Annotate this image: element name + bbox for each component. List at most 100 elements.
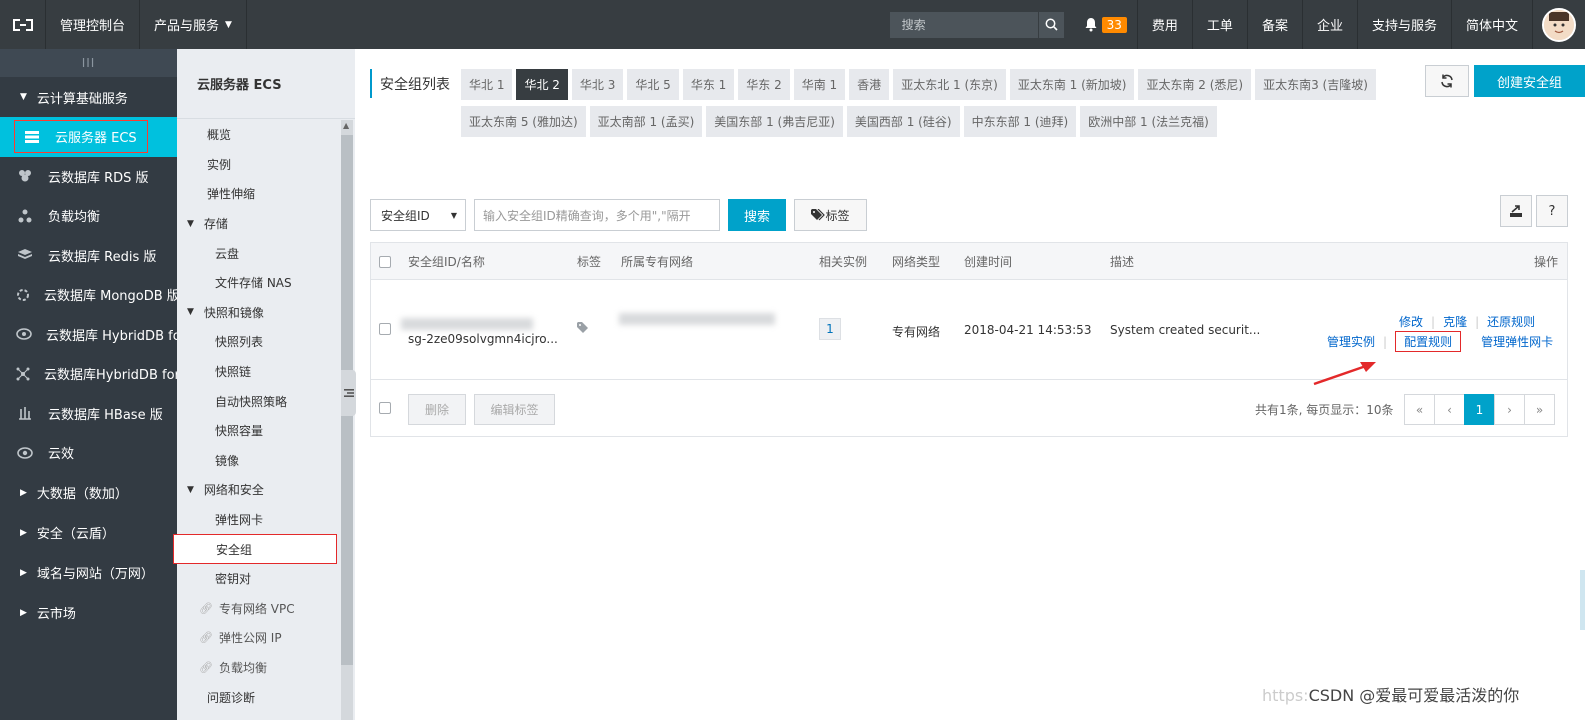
sidebar-item-ecs[interactable]: 云服务器 ECS	[0, 117, 177, 157]
region-tab[interactable]: 华北 3	[571, 69, 624, 100]
region-tab[interactable]: 香港	[849, 69, 890, 100]
enterprise-link[interactable]: 企业	[1303, 0, 1358, 49]
subnav-item-security-group[interactable]: 安全组	[173, 534, 337, 564]
tag-icon[interactable]	[577, 322, 591, 334]
subnav-item-vpc[interactable]: 🔗︎ 专有网络 VPC	[177, 594, 339, 624]
search-icon[interactable]	[1037, 11, 1064, 38]
search-button[interactable]: 搜索	[728, 199, 786, 231]
sidebar-collapse-handle[interactable]: III	[0, 49, 177, 77]
subnav-item-autoscaling[interactable]: 弹性伸缩	[177, 179, 339, 209]
sidebar-item-yunxiao[interactable]: 云效	[0, 433, 177, 473]
restore-rules-link[interactable]: 还原规则	[1487, 313, 1535, 330]
sidebar-group-bigdata[interactable]: ▶ 大数据（数加）	[0, 473, 177, 513]
region-tab[interactable]: 亚太东北 1 (东京)	[893, 69, 1006, 100]
security-group-search-input[interactable]: 输入安全组ID精确查询，多个用","隔开	[474, 199, 720, 231]
region-tab[interactable]: 美国西部 1 (硅谷)	[846, 106, 960, 137]
subnav-item-snapshot-chain[interactable]: 快照链	[177, 357, 339, 387]
security-group-id[interactable]: sg-2ze09solvgmn4icjro...	[408, 332, 558, 346]
icp-link[interactable]: 备案	[1248, 0, 1303, 49]
prev-page-button[interactable]: ‹	[1434, 394, 1465, 425]
subnav-item-eip[interactable]: 🔗︎ 弹性公网 IP	[177, 623, 339, 653]
subnav-item-slb[interactable]: 🔗︎ 负载均衡	[177, 653, 339, 683]
ticket-link[interactable]: 工单	[1193, 0, 1248, 49]
sidebar-group-security[interactable]: ▶ 安全（云盾）	[0, 513, 177, 553]
sidebar-group-cloud-basic[interactable]: ▼ 云计算基础服务	[0, 77, 177, 117]
ecs-subnav: 云服务器 ECS 概览 实例 弹性伸缩 ▼ 存储 云盘 文件存储 NAS ▼ 快照和…	[173, 49, 355, 720]
separator: |	[1431, 314, 1436, 329]
language-link[interactable]: 简体中文	[1452, 0, 1533, 49]
delete-button[interactable]: 删除	[408, 394, 466, 425]
notification-button[interactable]: 33	[1074, 0, 1138, 49]
region-tab[interactable]: 华南 1	[793, 69, 846, 100]
export-button[interactable]	[1500, 195, 1532, 227]
sidebar-group-market[interactable]: ▶ 云市场	[0, 593, 177, 633]
sidebar-group-domain[interactable]: ▶ 域名与网站（万网）	[0, 553, 177, 593]
sidebar-item-slb[interactable]: 负载均衡	[0, 196, 177, 236]
region-tab[interactable]: 亚太南部 1 (孟买)	[589, 106, 703, 137]
modify-link[interactable]: 修改	[1399, 313, 1423, 330]
right-edge-widget	[1580, 570, 1585, 630]
region-tab[interactable]: 华北 5	[627, 69, 679, 100]
search-input[interactable]: 搜索	[890, 16, 1038, 33]
scroll-up-icon[interactable]: ▲	[343, 121, 349, 130]
region-tab[interactable]: 中东东部 1 (迪拜)	[963, 106, 1077, 137]
subnav-group-storage[interactable]: ▼ 存储	[177, 209, 339, 239]
subnav-item-snapshot-list[interactable]: 快照列表	[177, 327, 339, 357]
products-menu[interactable]: 产品与服务 ▼	[140, 0, 247, 49]
select-all-checkbox[interactable]	[379, 255, 391, 268]
last-page-button[interactable]: »	[1524, 394, 1555, 425]
region-tab[interactable]: 亚太东南 2 (悉尼)	[1138, 69, 1252, 100]
subnav-collapse-toggle[interactable]	[341, 370, 356, 416]
region-tab[interactable]: 华北 1	[461, 69, 513, 100]
subnav-item-diagnose[interactable]: 问题诊断	[177, 682, 339, 712]
instance-count-link[interactable]: 1	[819, 318, 841, 340]
billing-link[interactable]: 费用	[1138, 0, 1193, 49]
sidebar-item-mongodb[interactable]: 云数据库 MongoDB 版	[0, 275, 177, 315]
region-tab[interactable]: 欧洲中部 1 (法兰克福)	[1080, 106, 1217, 137]
region-tab[interactable]: 亚太东南 5 (雅加达)	[461, 106, 586, 137]
manage-eni-link[interactable]: 管理弹性网卡	[1481, 333, 1553, 350]
region-tab[interactable]: 亚太东南3 (吉隆坡)	[1255, 69, 1376, 100]
region-tab-active[interactable]: 华北 2	[516, 69, 568, 100]
manage-instances-link[interactable]: 管理实例	[1327, 333, 1375, 350]
sidebar-item-hybriddb[interactable]: 云数据库 HybridDB fo...	[0, 315, 177, 355]
subnav-item-disk[interactable]: 云盘	[177, 238, 339, 268]
edit-tags-button[interactable]: 编辑标签	[474, 394, 555, 425]
next-page-button[interactable]: ›	[1494, 394, 1525, 425]
subnav-item-keypair[interactable]: 密钥对	[177, 564, 339, 594]
support-link[interactable]: 支持与服务	[1358, 0, 1452, 49]
watermark-url: https:	[1262, 686, 1309, 705]
aliyun-logo-icon[interactable]	[0, 0, 46, 49]
subnav-item-nas[interactable]: 文件存储 NAS	[177, 268, 339, 298]
tag-filter-button[interactable]: 标签	[794, 199, 867, 231]
refresh-button[interactable]	[1425, 65, 1469, 97]
region-tab[interactable]: 美国东部 1 (弗吉尼亚)	[706, 106, 843, 137]
subnav-group-network[interactable]: ▼ 网络和安全	[177, 475, 339, 505]
create-security-group-button[interactable]: 创建安全组	[1474, 65, 1585, 97]
sidebar-item-hbase[interactable]: 云数据库 HBase 版	[0, 394, 177, 434]
region-tab[interactable]: 华东 1	[682, 69, 735, 100]
subnav-item-snapshot-capacity[interactable]: 快照容量	[177, 416, 339, 446]
configure-rules-link[interactable]: 配置规则	[1395, 331, 1462, 352]
sidebar-item-redis[interactable]: 云数据库 Redis 版	[0, 236, 177, 276]
top-search-box[interactable]: 搜索	[889, 11, 1064, 38]
console-link[interactable]: 管理控制台	[46, 0, 141, 49]
help-button[interactable]: ?	[1536, 195, 1568, 227]
footer-select-all-checkbox[interactable]	[379, 402, 391, 414]
subnav-item-instances[interactable]: 实例	[177, 150, 339, 180]
subnav-group-snapshots[interactable]: ▼ 快照和镜像	[177, 298, 339, 328]
region-tab[interactable]: 亚太东南 1 (新加坡)	[1009, 69, 1135, 100]
clone-link[interactable]: 克隆	[1443, 313, 1467, 330]
row-checkbox[interactable]	[379, 323, 391, 335]
subnav-item-eni[interactable]: 弹性网卡	[177, 505, 339, 535]
filter-field-select[interactable]: 安全组ID ▼	[370, 199, 466, 231]
first-page-button[interactable]: «	[1404, 394, 1435, 425]
sidebar-item-hybriddb2[interactable]: 云数据库HybridDB for...	[0, 354, 177, 394]
subnav-item-auto-snapshot[interactable]: 自动快照策略	[177, 386, 339, 416]
subnav-item-overview[interactable]: 概览	[177, 120, 339, 150]
subnav-item-images[interactable]: 镜像	[177, 446, 339, 476]
user-menu[interactable]	[1533, 0, 1585, 49]
region-tab[interactable]: 华东 2	[738, 69, 790, 100]
page-1-button[interactable]: 1	[1464, 394, 1495, 425]
sidebar-item-rds[interactable]: 云数据库 RDS 版	[0, 157, 177, 197]
